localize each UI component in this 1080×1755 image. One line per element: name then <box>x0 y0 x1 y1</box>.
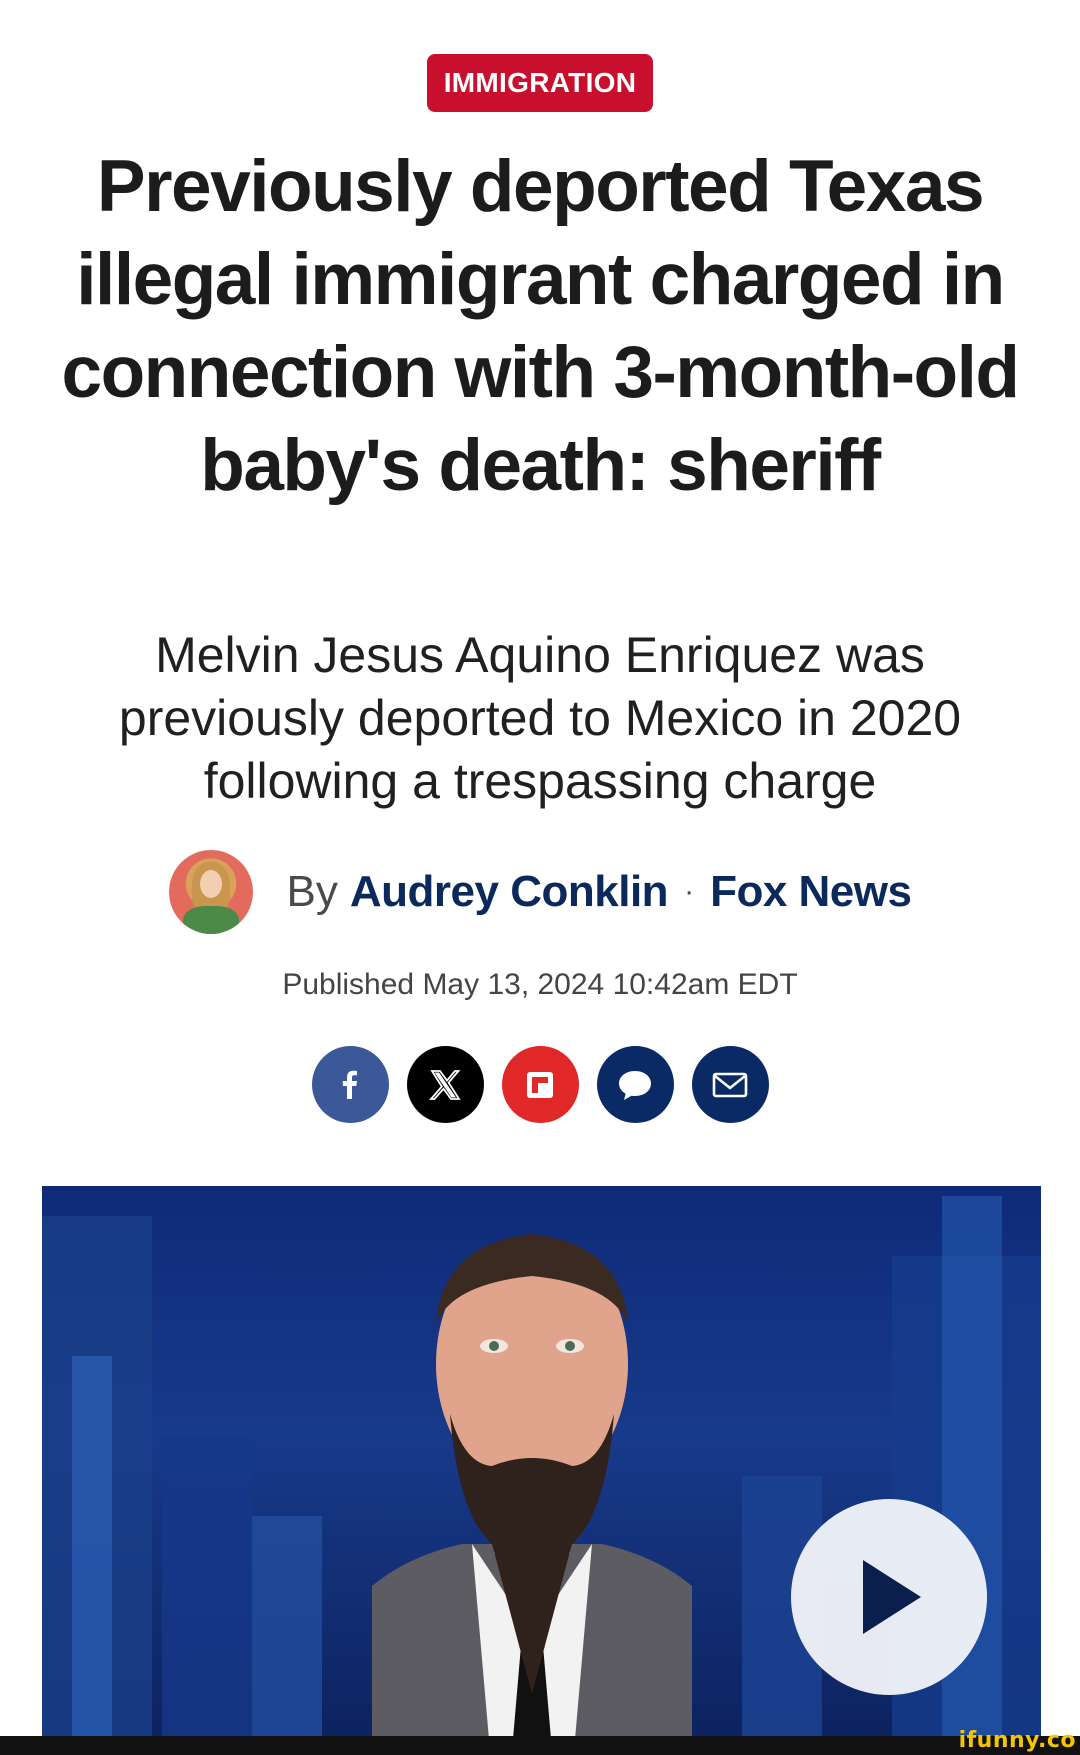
author-avatar[interactable] <box>168 850 253 934</box>
category-tag[interactable]: IMMIGRATION <box>426 54 654 112</box>
x-share-button[interactable] <box>406 1046 484 1123</box>
article-page: IMMIGRATION Previously deported Texas il… <box>0 0 1080 1755</box>
headline: Previously deported Texas illegal immigr… <box>61 146 1020 506</box>
video-player[interactable] <box>42 1186 1041 1736</box>
share-buttons <box>0 1046 1080 1123</box>
video-thumbnail-person <box>372 1234 692 1736</box>
comments-button[interactable] <box>596 1046 674 1123</box>
by-label: By <box>286 867 338 916</box>
play-icon <box>863 1560 921 1634</box>
published-date: Published May 13, 2024 10:42am EDT <box>282 968 798 1001</box>
facebook-icon <box>342 1070 357 1099</box>
play-button[interactable] <box>791 1499 987 1695</box>
outlet-link[interactable]: Fox News <box>710 867 912 917</box>
comment-icon <box>619 1070 651 1100</box>
bottom-bar <box>0 1736 1080 1755</box>
author-link[interactable]: Audrey Conklin <box>350 867 669 917</box>
watermark: ifunny.co <box>958 1728 1076 1753</box>
facebook-share-button[interactable] <box>311 1046 389 1123</box>
flipboard-share-button[interactable] <box>501 1046 579 1123</box>
byline: By Audrey Conklin · Fox News <box>0 850 1080 934</box>
flipboard-icon <box>527 1071 553 1098</box>
byline-separator: · <box>684 875 695 908</box>
category-container: IMMIGRATION <box>0 54 1080 112</box>
email-icon <box>712 1072 748 1097</box>
x-icon <box>429 1069 461 1100</box>
email-share-button[interactable] <box>691 1046 769 1123</box>
subheadline: Melvin Jesus Aquino Enriquez was previou… <box>118 627 962 809</box>
